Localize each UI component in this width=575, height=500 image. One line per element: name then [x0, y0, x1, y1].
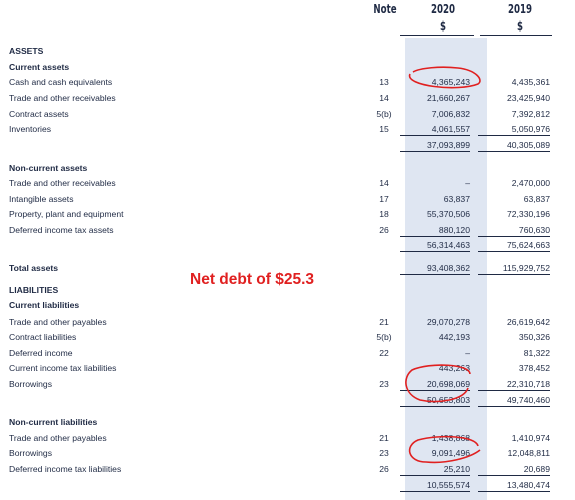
non-current-borrowings-circle-mark [408, 435, 481, 464]
cash-circle-mark [409, 66, 481, 89]
current-borrowings-circle-mark [405, 364, 471, 403]
red-annotation-marks [405, 66, 481, 464]
